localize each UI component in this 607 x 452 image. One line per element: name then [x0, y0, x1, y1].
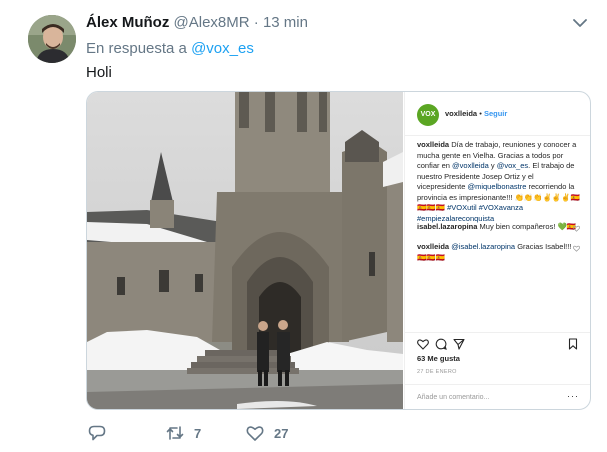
- separator: ·: [253, 14, 259, 31]
- tweet-text: Holi: [86, 64, 112, 81]
- ig-caption-and: y: [490, 161, 495, 170]
- reply-button[interactable]: [88, 424, 106, 442]
- author-handle[interactable]: @Alex8MR: [174, 14, 250, 31]
- comment-like-icon[interactable]: [573, 245, 580, 252]
- retweet-button[interactable]: 7: [166, 424, 201, 442]
- heart-icon[interactable]: [417, 338, 429, 350]
- ig-comment-input[interactable]: Añade un comentario...: [417, 393, 489, 404]
- ig-username[interactable]: voxlleida: [445, 109, 477, 118]
- ig-separator: •: [479, 109, 482, 118]
- reply-context: En respuesta a @vox_es: [86, 40, 254, 57]
- ig-date: 27 DE ENERO: [417, 369, 457, 375]
- ig-likes-count[interactable]: 63 Me gusta: [417, 354, 460, 365]
- ig-caption: voxlleida Día de trabajo, reuniones y co…: [417, 140, 583, 224]
- author-name[interactable]: Álex Muñoz: [86, 14, 169, 31]
- ig-comment-2-mention[interactable]: @isabel.lazaropina: [451, 242, 515, 251]
- bookmark-icon[interactable]: [567, 338, 579, 350]
- ig-comment-2-user[interactable]: voxlleida: [417, 242, 449, 251]
- reply-prefix: En respuesta a: [86, 40, 187, 57]
- reply-mention-link[interactable]: @vox_es: [191, 40, 254, 57]
- heart-icon: [246, 426, 264, 441]
- ig-comment-1-user[interactable]: isabel.lazaropina: [417, 222, 477, 231]
- ig-comment-box[interactable]: Añade un comentario... ···: [405, 384, 590, 409]
- ig-caption-flags: 🇪🇸🇪🇸🇪🇸: [417, 203, 446, 212]
- ig-comment-1: isabel.lazaropina Muy bien compañeros! 💚…: [417, 222, 577, 233]
- ig-header: VOX voxlleida • Seguir: [405, 92, 590, 136]
- tweet-action-bar: 7 27: [86, 424, 486, 446]
- reply-icon: [88, 425, 106, 441]
- share-icon[interactable]: [453, 338, 465, 350]
- instagram-panel: VOX voxlleida • Seguir voxlleida Día de …: [404, 92, 590, 409]
- like-count: 27: [274, 425, 289, 441]
- ig-caption-mention-2[interactable]: @vox_es: [497, 161, 528, 170]
- retweet-count: 7: [194, 425, 202, 441]
- ig-avatar[interactable]: VOX: [417, 104, 439, 126]
- ig-caption-mention-1[interactable]: @voxlleida: [452, 161, 489, 170]
- ig-comment-1-text: Muy bien compañeros! 💚🇪🇸: [479, 222, 577, 231]
- ig-more-options[interactable]: ···: [567, 391, 579, 402]
- ig-follow-button[interactable]: Seguir: [484, 109, 507, 118]
- ig-caption-user[interactable]: voxlleida: [417, 140, 449, 149]
- timestamp[interactable]: 13 min: [263, 14, 308, 31]
- comment-icon[interactable]: [435, 338, 447, 350]
- comment-like-icon[interactable]: [573, 225, 580, 232]
- like-button[interactable]: 27: [246, 424, 288, 442]
- ig-caption-mention-3[interactable]: @miquelbonastre: [467, 182, 526, 191]
- caret-down-icon[interactable]: [573, 18, 587, 28]
- ig-comment-2: voxlleida @isabel.lazaropina Gracias Isa…: [417, 242, 577, 263]
- avatar[interactable]: [28, 15, 76, 63]
- ig-action-bar: [405, 332, 590, 352]
- embed-photo[interactable]: [87, 92, 403, 409]
- instagram-embed[interactable]: VOX voxlleida • Seguir voxlleida Día de …: [86, 91, 591, 410]
- tweet-header: Álex Muñoz @Alex8MR · 13 min: [86, 14, 308, 31]
- retweet-icon: [166, 426, 184, 440]
